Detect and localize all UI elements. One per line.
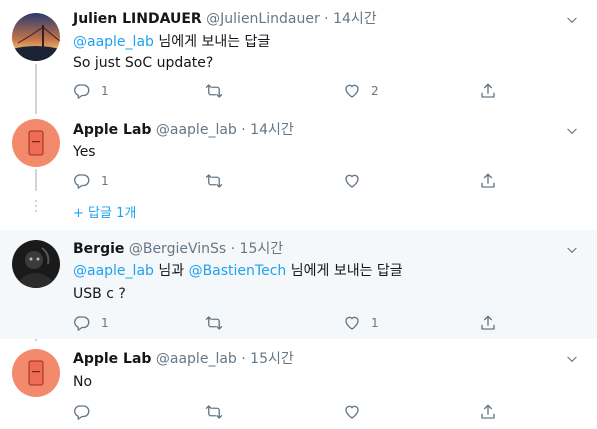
reply-count: 1 xyxy=(101,84,109,98)
timestamp[interactable]: 14시간 xyxy=(333,11,377,27)
retweet-button[interactable] xyxy=(205,80,233,102)
chevron-down-icon[interactable] xyxy=(565,352,579,366)
share-icon xyxy=(479,82,497,100)
heart-icon xyxy=(343,314,361,332)
tweet-actions: 1 xyxy=(73,170,503,192)
share-icon xyxy=(479,172,497,190)
retweet-icon xyxy=(205,314,223,332)
tweet-julien[interactable]: Julien LINDAUER @JulienLindauer · 14시간 @… xyxy=(0,0,597,111)
separator-dot: · xyxy=(241,122,246,138)
share-button[interactable] xyxy=(479,401,497,423)
retweet-icon xyxy=(205,82,223,100)
author-handle[interactable]: @aaple_lab xyxy=(156,122,237,138)
reply-context-text: 님에게 보내는 답글 xyxy=(153,34,271,50)
author-name[interactable]: Bergie xyxy=(73,241,124,257)
tweet-text: So just SoC update? xyxy=(73,55,214,71)
tweet-text: Yes xyxy=(73,144,96,160)
reply-icon xyxy=(73,403,91,421)
reply-button[interactable]: 1 xyxy=(73,170,109,192)
share-button[interactable] xyxy=(479,80,497,102)
show-more-replies-link[interactable]: + 답글 1개 xyxy=(73,205,136,223)
tweet-applelab-1[interactable]: Apple Lab @aaple_lab · 14시간 Yes 1 xyxy=(0,111,597,201)
tweet-actions: 1 1 xyxy=(73,312,503,334)
heart-icon xyxy=(343,82,361,100)
reply-button[interactable]: 1 xyxy=(73,312,109,334)
author-name[interactable]: Apple Lab xyxy=(73,351,151,367)
reply-context-text: 님과 xyxy=(153,263,189,279)
tweet-actions xyxy=(73,401,503,423)
share-icon xyxy=(479,314,497,332)
mention-link[interactable]: @aaple_lab xyxy=(73,34,154,50)
author-name[interactable]: Apple Lab xyxy=(73,122,151,138)
like-button[interactable] xyxy=(343,401,371,423)
retweet-button[interactable] xyxy=(205,170,233,192)
retweet-button[interactable] xyxy=(205,312,233,334)
share-icon xyxy=(479,403,497,421)
mention-link-2[interactable]: @BastienTech xyxy=(189,263,287,279)
like-count: 1 xyxy=(371,316,379,330)
reply-context: @aaple_lab 님과 @BastienTech 님에게 보내는 답글 xyxy=(73,261,403,281)
like-button[interactable]: 1 xyxy=(343,312,379,334)
tweet-text: USB c ? xyxy=(73,286,126,302)
avatar-bergie[interactable] xyxy=(12,240,60,288)
tweet-applelab-2[interactable]: Apple Lab @aaple_lab · 15시간 No xyxy=(0,339,597,429)
like-button[interactable]: 2 xyxy=(343,80,379,102)
share-button[interactable] xyxy=(479,312,497,334)
avatar-applelab[interactable] xyxy=(12,119,60,167)
heart-icon xyxy=(343,403,361,421)
chevron-down-icon[interactable] xyxy=(565,13,579,27)
tweet-text: No xyxy=(73,374,93,390)
chevron-down-icon[interactable] xyxy=(565,243,579,257)
author-handle[interactable]: @JulienLindauer xyxy=(206,11,320,27)
thread-dots xyxy=(35,200,37,215)
like-count: 2 xyxy=(371,84,379,98)
separator-dot: · xyxy=(324,11,329,27)
reply-count: 1 xyxy=(101,316,109,330)
retweet-icon xyxy=(205,172,223,190)
chevron-down-icon[interactable] xyxy=(565,124,579,138)
avatar-applelab[interactable] xyxy=(12,349,60,397)
timestamp[interactable]: 15시간 xyxy=(250,351,294,367)
avatar-julien[interactable] xyxy=(12,13,60,61)
tweet-actions: 1 2 xyxy=(73,80,503,102)
tweet-bergie[interactable]: Bergie @BergieVinSs · 15시간 @aaple_lab 님과… xyxy=(0,230,597,339)
reply-context-suffix: 님에게 보내는 답글 xyxy=(286,263,403,279)
author-handle[interactable]: @aaple_lab xyxy=(156,351,237,367)
retweet-button[interactable] xyxy=(205,401,233,423)
timestamp[interactable]: 15시간 xyxy=(240,241,284,257)
reply-count: 1 xyxy=(101,174,109,188)
like-button[interactable] xyxy=(343,170,371,192)
reply-icon xyxy=(73,82,91,100)
reply-button[interactable] xyxy=(73,401,101,423)
mention-link[interactable]: @aaple_lab xyxy=(73,263,154,279)
separator-dot: · xyxy=(230,241,236,257)
reply-button[interactable]: 1 xyxy=(73,80,109,102)
reply-icon xyxy=(73,314,91,332)
separator-dot: · xyxy=(241,351,246,367)
heart-icon xyxy=(343,172,361,190)
reply-context: @aaple_lab 님에게 보내는 답글 xyxy=(73,32,270,52)
share-button[interactable] xyxy=(479,170,497,192)
author-handle[interactable]: @BergieVinSs xyxy=(129,241,226,257)
reply-icon xyxy=(73,172,91,190)
timestamp[interactable]: 14시간 xyxy=(250,122,294,138)
author-name[interactable]: Julien LINDAUER xyxy=(73,11,202,27)
retweet-icon xyxy=(205,403,223,421)
